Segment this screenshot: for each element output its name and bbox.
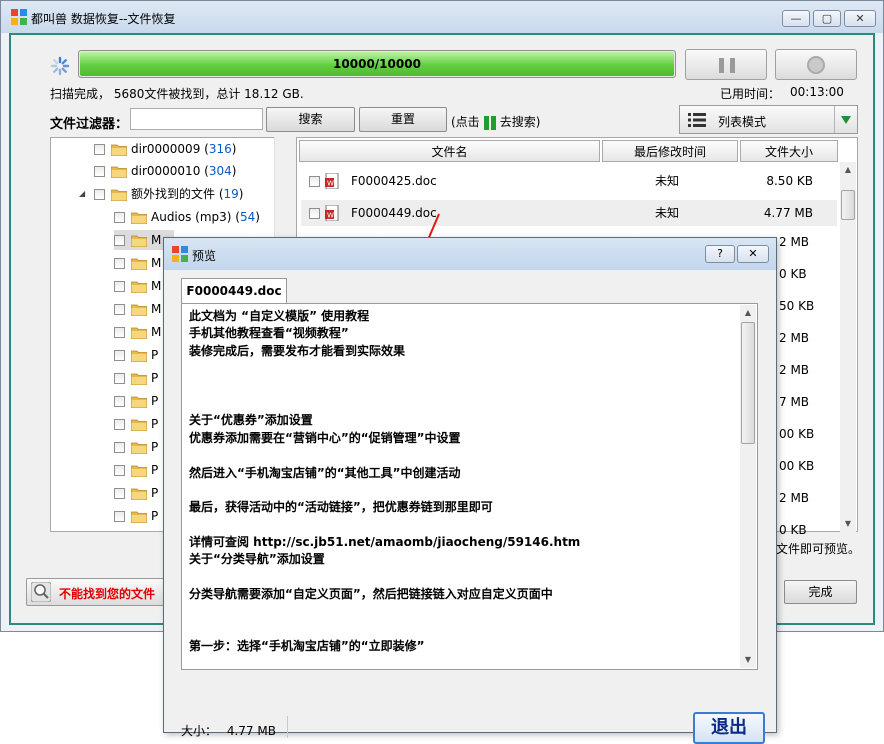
dialog-title-bar: 预览 ? ✕ [164, 238, 776, 270]
preview-dialog: 预览 ? ✕ F0000449.doc 此文档为 “自定义模版” 使用教程 手机其… [163, 237, 777, 744]
preview-scrollbar[interactable]: ▲ ▼ [740, 305, 756, 668]
scroll-up-icon[interactable]: ▲ [740, 305, 756, 321]
document-line: 详情可查阅 http://sc.jb51.net/amaomb/jiaochen… [189, 535, 581, 550]
document-preview: 此文档为 “自定义模版” 使用教程 手机其他教程查看“视频教程” 装修完成后，需要发… [181, 303, 758, 670]
scroll-thumb[interactable] [741, 322, 755, 444]
file-size-info: 大小： 4.77 MB [181, 722, 276, 739]
document-line: 关于“分类导航”添加设置 [189, 552, 325, 567]
document-line: 装修完成后，需要发布才能看到实际效果 [189, 343, 406, 358]
document-line: 最后，获得活动中的“活动链接”，把优惠券链到那里即可 [189, 500, 493, 515]
document-text: 此文档为 “自定义模版” 使用教程 手机其他教程查看“视频教程” 装修完成后，需要发… [189, 308, 729, 669]
document-line: 分类导航需要添加“自定义页面”，然后把链接链入对应自定义页面中 [189, 587, 553, 602]
scroll-down-icon[interactable]: ▼ [740, 652, 756, 668]
document-line: 此文档为 “自定义模版” 使用教程 [189, 309, 370, 323]
app-icon [172, 246, 188, 262]
dialog-title: 预览 [192, 249, 217, 263]
tab-document[interactable]: F0000449.doc [181, 278, 287, 304]
size-value: 4.77 MB [226, 724, 276, 738]
help-button[interactable]: ? [705, 245, 735, 263]
document-line: 然后进入“手机淘宝店铺”的“其他工具”中创建活动 [189, 465, 461, 480]
exit-button[interactable]: 退出 [693, 712, 765, 744]
divider [287, 716, 288, 738]
size-label: 大小： [181, 724, 218, 738]
document-line: 关于“优惠券”添加设置 [189, 413, 313, 428]
document-line: 手机其他教程查看“视频教程” [189, 326, 349, 341]
dialog-close-button[interactable]: ✕ [737, 245, 769, 263]
dialog-body: F0000449.doc 此文档为 “自定义模版” 使用教程 手机其他教程查看“视… [171, 270, 769, 744]
document-line: 优惠券添加需要在“营销中心”的“促销管理”中设置 [189, 430, 461, 445]
document-line: 第一步：选择“手机淘宝店铺”的“立即装修” [189, 639, 425, 654]
